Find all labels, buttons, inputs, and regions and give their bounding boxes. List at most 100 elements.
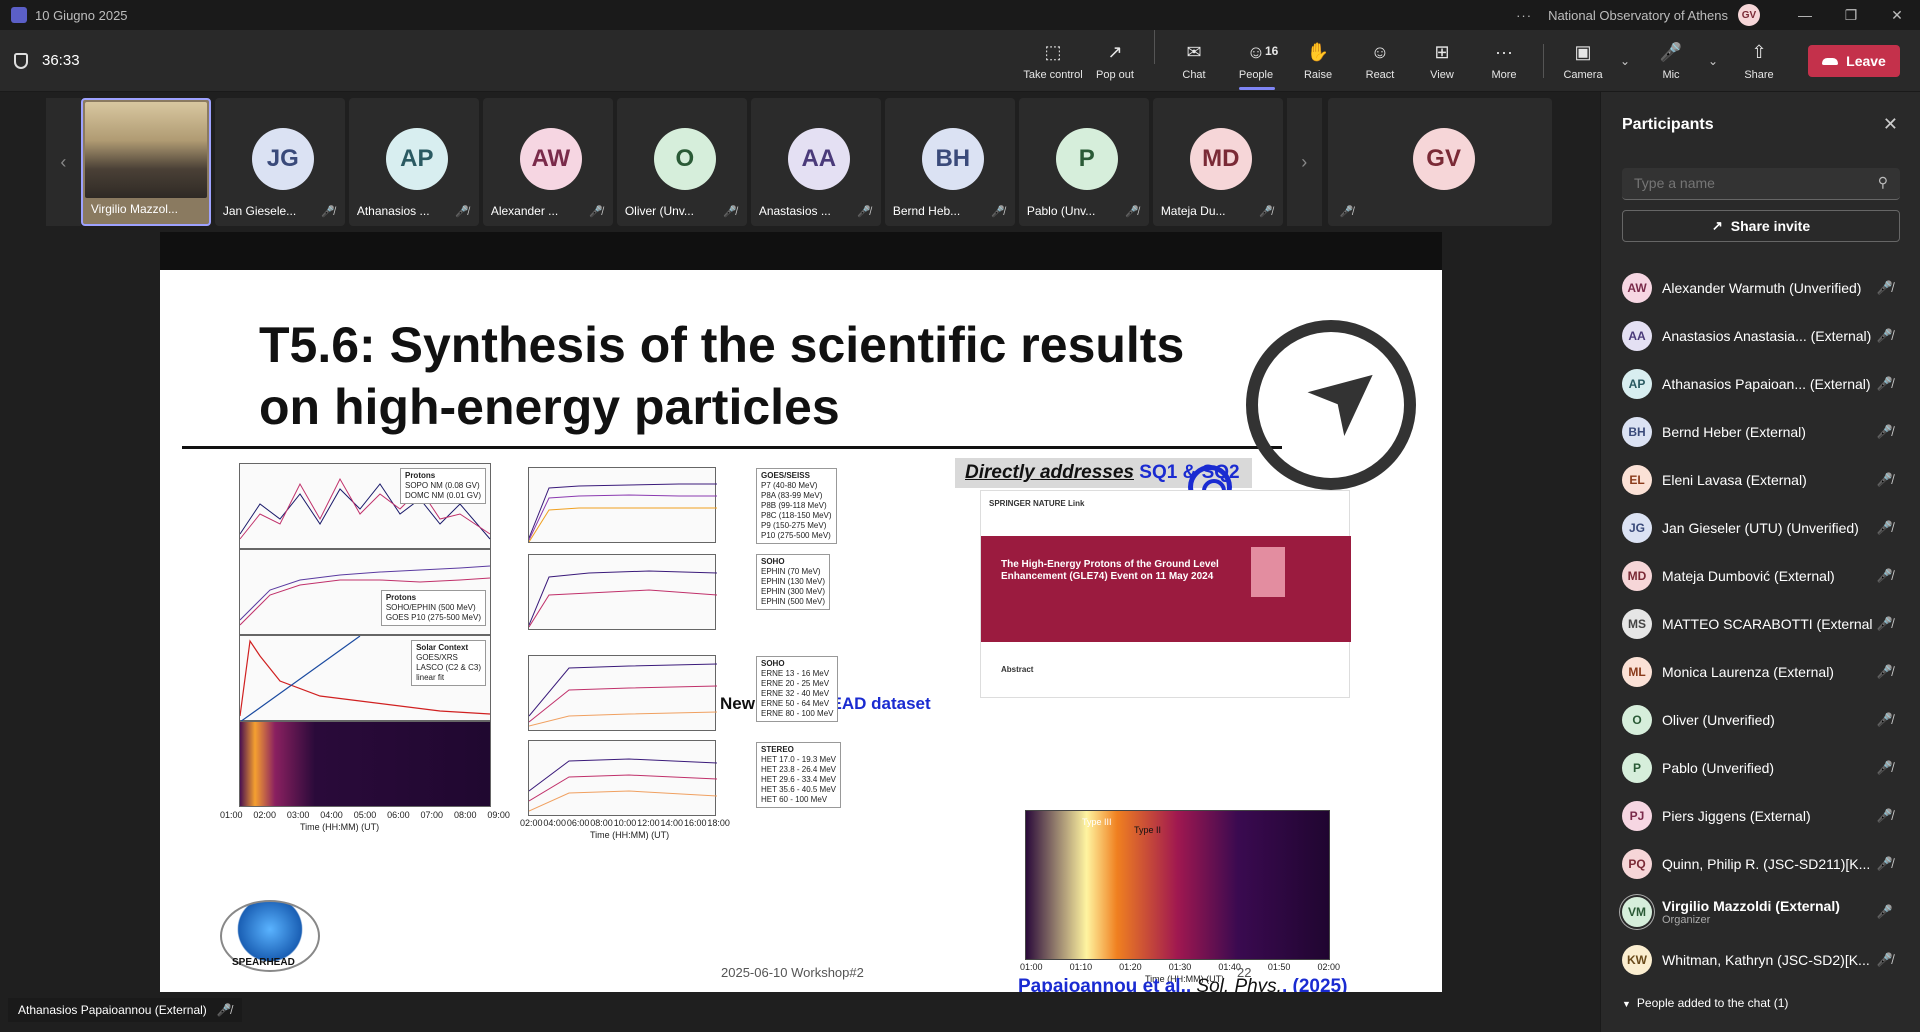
camera-button[interactable]: ▣ Camera (1552, 30, 1614, 92)
participant-tile[interactable]: AA Anastasios ... 🎤̸ (750, 98, 881, 226)
participant-tile[interactable]: Virgilio Mazzol... (80, 98, 211, 226)
mic-off-icon: 🎤̸ (1876, 424, 1893, 439)
participant-avatar: O (1622, 705, 1652, 735)
react-button[interactable]: ☺ React (1349, 30, 1411, 92)
participant-avatar: BH (1622, 417, 1652, 447)
toolbar-buttons-group: ⬚ Take control ↗ Pop out ✉ Chat ☺ 16 People ✋ Rais… (1022, 30, 1535, 92)
participant-avatar: MD (1622, 561, 1652, 591)
more-options-icon[interactable]: ··· (1516, 8, 1532, 23)
participant-list-item[interactable]: EL Eleni Lavasa (External) 🎤̸ (1601, 456, 1920, 504)
legend-entry: DOMC NM (0.01 GV) (404, 491, 481, 500)
panel2-legend: Protons SOHO/EPHIN (500 MeV) GOES P10 (275… (380, 590, 486, 626)
participant-avatar: ML (1622, 657, 1652, 687)
legend-entry: SOHO/EPHIN (500 MeV) (385, 603, 476, 612)
close-panel-icon[interactable]: ✕ (1883, 114, 1898, 135)
strip-next-arrow-icon[interactable]: › (1286, 98, 1322, 226)
restore-icon[interactable]: ❐ (1828, 7, 1874, 24)
mic-off-icon: 🎤̸ (216, 1003, 232, 1017)
directly-text: Directly addresses (965, 462, 1134, 483)
user-avatar[interactable]: GV (1738, 4, 1760, 26)
participant-list: AW Alexander Warmuth (Unverified) 🎤̸ AA Anas… (1601, 264, 1920, 984)
participant-avatar: AA (1622, 321, 1652, 351)
x-tick-label: 01:20 (1119, 962, 1142, 972)
caret-down-icon: ▼ (1622, 999, 1631, 1009)
share-label: Share (1744, 69, 1774, 81)
goes-seiss-plot (529, 483, 717, 543)
strip-prev-arrow-icon[interactable]: ‹ (46, 98, 81, 226)
soho-ephin-panel (528, 554, 717, 630)
left-xlabel: Time (HH:MM) (UT) (300, 822, 380, 832)
participant-avatar: P (1622, 753, 1652, 783)
participant-list-item[interactable]: AP Athanasios Papaioan... (External) 🎤̸ (1601, 360, 1920, 408)
participant-list-item[interactable]: AW Alexander Warmuth (Unverified) 🎤̸ (1601, 264, 1920, 312)
self-video-tile[interactable]: GV 🎤̸ (1327, 98, 1552, 226)
participant-list-item[interactable]: PJ Piers Jiggens (External) 🎤̸ (1601, 792, 1920, 840)
chat-button[interactable]: ✉ Chat (1163, 30, 1225, 92)
participant-list-item[interactable]: BH Bernd Heber (External) 🎤̸ (1601, 408, 1920, 456)
camera-options-chevron-icon[interactable]: ⌄ (1614, 54, 1636, 68)
participant-tile[interactable]: JG Jan Giesele... 🎤̸ (214, 98, 345, 226)
mic-button[interactable]: 🎤 Mic (1640, 30, 1702, 92)
participant-name: Athanasios ... (356, 204, 430, 218)
legend-entry: ERNE 32 - 40 MeV (761, 689, 830, 698)
participant-avatar: O (653, 128, 716, 190)
participant-tile[interactable]: AW Alexander ... 🎤̸ (482, 98, 613, 226)
close-window-icon[interactable]: ✕ (1874, 7, 1920, 24)
participant-tile[interactable]: MD Mateja Du... 🎤̸ (1152, 98, 1283, 226)
toolbar-button-label: Chat (1182, 69, 1206, 81)
people-added-label: People added to the chat (1) (1636, 996, 1789, 1010)
x-tick-label: 06:00 (387, 810, 410, 820)
participant-avatar: PJ (1622, 801, 1652, 831)
journal-cover-image (1251, 547, 1285, 597)
participant-list-item[interactable]: VM Virgilio Mazzoldi (External) Organizer 🎤 (1601, 888, 1920, 936)
pop-out-button[interactable]: ↗ Pop out (1084, 30, 1146, 92)
raise-button[interactable]: ✋ Raise (1287, 30, 1349, 92)
participant-info: Whitman, Kathryn (JSC-SD2)[K... (1662, 952, 1872, 968)
participant-tile[interactable]: O Oliver (Unv... 🎤̸ (616, 98, 747, 226)
toolbar-button-label: Raise (1303, 69, 1333, 81)
participant-list-item[interactable]: PQ Quinn, Philip R. (JSC-SD211)[K... 🎤̸ (1601, 840, 1920, 888)
toolbar-separator (1154, 30, 1155, 64)
people-added-section[interactable]: ▼ People added to the chat (1) (1622, 996, 1788, 1010)
search-input[interactable] (1622, 168, 1862, 198)
view-button[interactable]: ⊞ View (1411, 30, 1473, 92)
participant-name: Eleni Lavasa (External) (1662, 472, 1807, 488)
legend-entry: HET 35.6 - 40.5 MeV (761, 785, 836, 794)
legend-entry: Solar Context (416, 643, 469, 652)
participant-avatar: KW (1622, 945, 1652, 975)
mic-options-chevron-icon[interactable]: ⌄ (1702, 54, 1724, 68)
organization-name: National Observatory of Athens (1548, 7, 1728, 23)
spearhead-logo-text: SPEARHEAD (232, 957, 295, 968)
toolbar-actions: ⬚ Take control ↗ Pop out ✉ Chat ☺ 16 People ✋ Rais… (1022, 30, 1920, 92)
participant-list-item[interactable]: P Pablo (Unverified) 🎤̸ (1601, 744, 1920, 792)
article-banner (981, 536, 1351, 642)
participant-list-item[interactable]: MS MATTEO SCARABOTTI (External) 🎤̸ (1601, 600, 1920, 648)
participant-list-item[interactable]: MD Mateja Dumbović (External) 🎤̸ (1601, 552, 1920, 600)
participant-tile[interactable]: P Pablo (Unv... 🎤̸ (1018, 98, 1149, 226)
take-control-button[interactable]: ⬚ Take control (1022, 30, 1084, 92)
more-button[interactable]: ··· More (1473, 30, 1535, 92)
legend-entry: EPHIN (300 MeV) (761, 587, 826, 596)
participant-info: Jan Gieseler (UTU) (Unverified) (1662, 520, 1872, 536)
share-button[interactable]: ⇧ Share (1728, 30, 1790, 92)
mic-off-icon: 🎤̸ (857, 206, 871, 218)
participant-avatar: AP (385, 128, 448, 190)
presentation-slide: T5.6: Synthesis of the scientific result… (160, 270, 1442, 992)
participant-avatar: P (1055, 128, 1118, 190)
participant-avatar: JG (1622, 513, 1652, 543)
share-invite-button[interactable]: ↗ Share invite (1622, 210, 1900, 242)
participant-list-item[interactable]: O Oliver (Unverified) 🎤̸ (1601, 696, 1920, 744)
people-button[interactable]: ☺ 16 People (1225, 30, 1287, 92)
participant-list-item[interactable]: AA Anastasios Anastasia... (External) 🎤̸ (1601, 312, 1920, 360)
new-prefix: New (720, 694, 760, 713)
mic-off-icon: 🎤̸ (1876, 712, 1893, 727)
participant-list-item[interactable]: JG Jan Gieseler (UTU) (Unverified) 🎤̸ (1601, 504, 1920, 552)
participant-list-item[interactable]: ML Monica Laurenza (External) 🎤̸ (1601, 648, 1920, 696)
minimize-icon[interactable]: — (1782, 7, 1828, 23)
toolbar-button-label: View (1430, 69, 1454, 81)
participant-list-item[interactable]: KW Whitman, Kathryn (JSC-SD2)[K... 🎤̸ (1601, 936, 1920, 984)
leave-button[interactable]: Leave (1808, 45, 1900, 77)
participant-tile[interactable]: AP Athanasios ... 🎤̸ (348, 98, 479, 226)
participant-tile[interactable]: BH Bernd Heb... 🎤̸ (884, 98, 1015, 226)
participant-search[interactable]: ⚲ (1622, 168, 1900, 200)
